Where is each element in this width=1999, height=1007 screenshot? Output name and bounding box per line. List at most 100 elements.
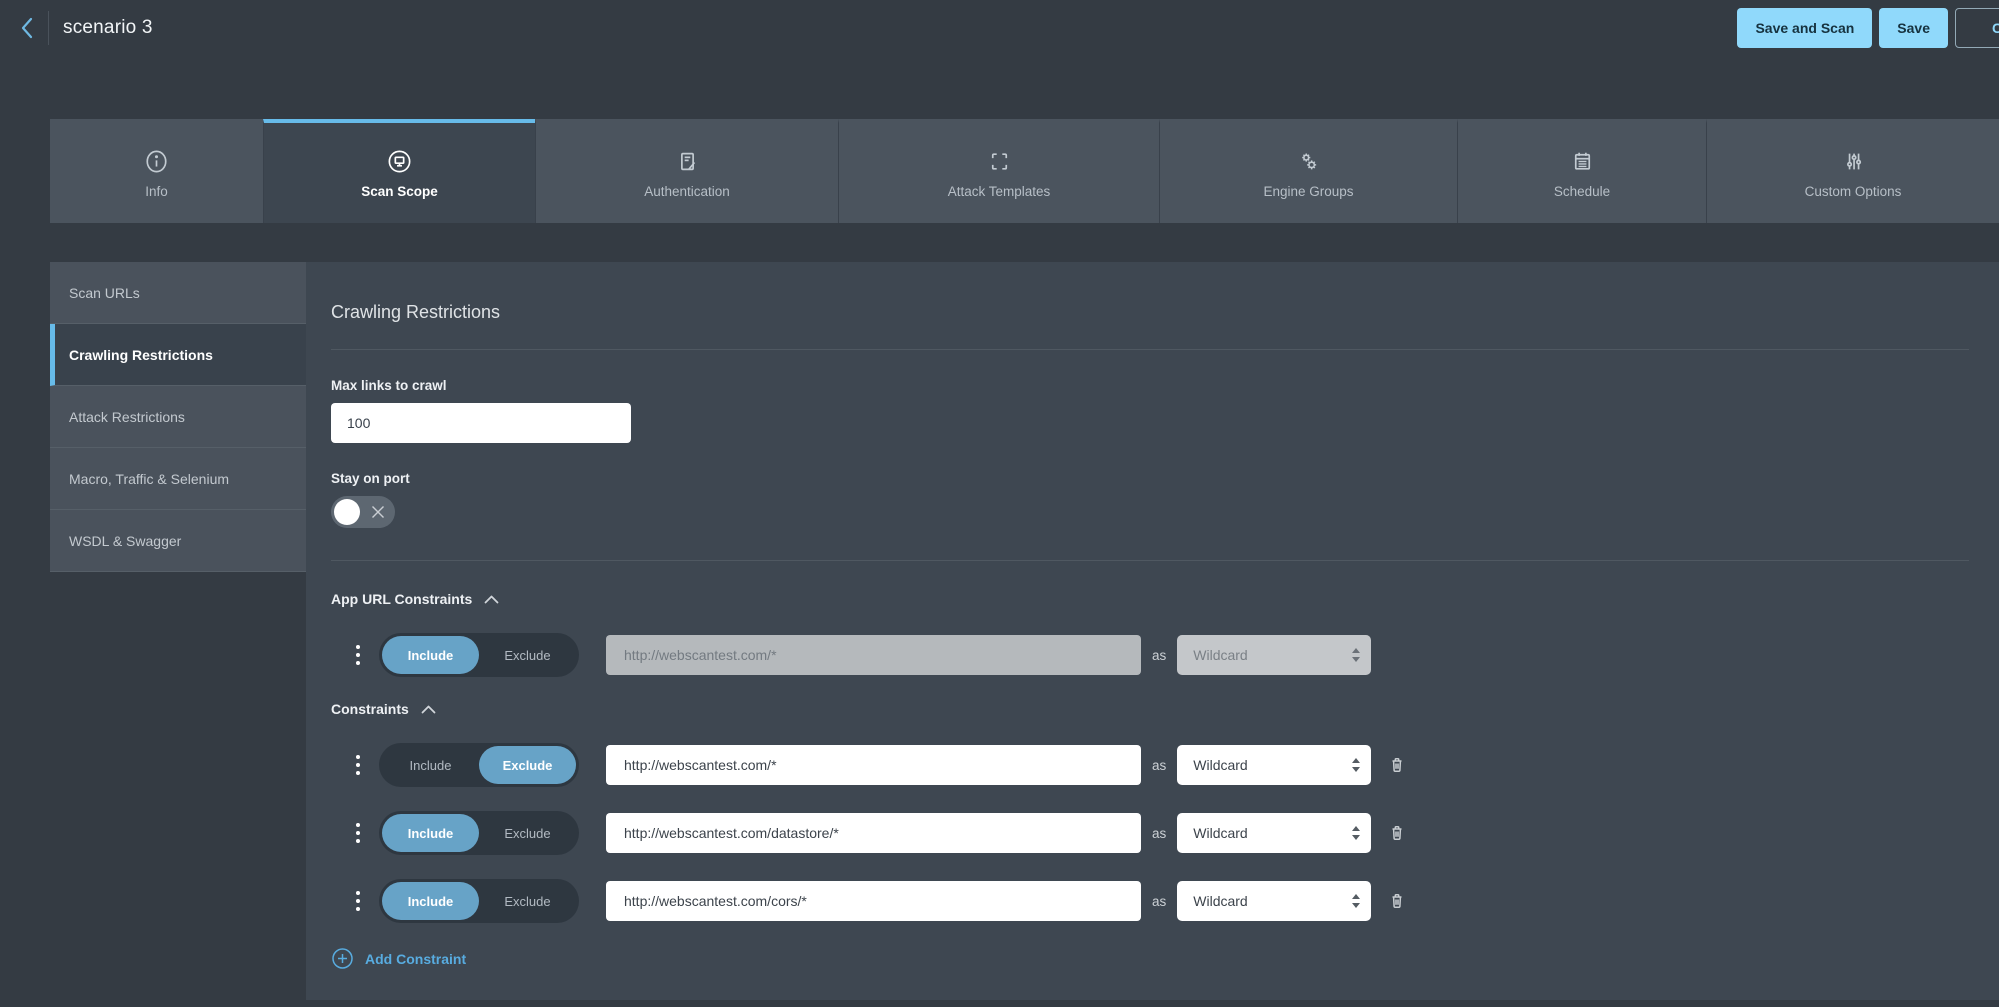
info-icon bbox=[143, 148, 170, 175]
as-label: as bbox=[1152, 758, 1166, 773]
cancel-button[interactable]: Cancel bbox=[1955, 8, 1999, 48]
workspace: Scan URLs Crawling Restrictions Attack R… bbox=[50, 262, 1999, 965]
tab-schedule[interactable]: Schedule bbox=[1457, 119, 1706, 223]
divider bbox=[331, 349, 1969, 350]
include-option[interactable]: Include bbox=[382, 746, 479, 784]
delete-constraint-button[interactable] bbox=[1385, 821, 1409, 845]
delete-constraint-button[interactable] bbox=[1385, 753, 1409, 777]
max-links-label: Max links to crawl bbox=[331, 378, 1969, 393]
kebab-menu-icon[interactable] bbox=[351, 891, 365, 911]
divider bbox=[331, 560, 1969, 561]
tab-label: Attack Templates bbox=[948, 184, 1051, 199]
app-url-constraints-rows: Include Exclude as Wildcard bbox=[331, 633, 1969, 677]
sidebar-item-wsdl-swagger[interactable]: WSDL & Swagger bbox=[50, 510, 306, 572]
sidebar-item-attack-restrictions[interactable]: Attack Restrictions bbox=[50, 386, 306, 448]
back-chevron-icon bbox=[17, 15, 37, 41]
select-value: Wildcard bbox=[1193, 825, 1351, 841]
back-button[interactable] bbox=[14, 13, 40, 43]
sidebar-item-scan-urls[interactable]: Scan URLs bbox=[50, 262, 306, 324]
tab-attack-templates[interactable]: Attack Templates bbox=[838, 119, 1159, 223]
trash-icon bbox=[1385, 821, 1409, 845]
tab-authentication[interactable]: Authentication bbox=[535, 119, 838, 223]
circle-plus-icon bbox=[331, 947, 354, 970]
exclude-option[interactable]: Exclude bbox=[479, 882, 576, 920]
as-label: as bbox=[1152, 826, 1166, 841]
toggle-knob bbox=[334, 499, 360, 525]
constraints-header[interactable]: Constraints bbox=[331, 701, 1969, 717]
section-title: Constraints bbox=[331, 701, 409, 717]
tab-label: Schedule bbox=[1554, 184, 1610, 199]
stepper-icon bbox=[1351, 647, 1361, 663]
save-and-scan-button[interactable]: Save and Scan bbox=[1737, 8, 1872, 48]
exclude-option[interactable]: Exclude bbox=[479, 814, 576, 852]
sidebar-item-macro-traffic-selenium[interactable]: Macro, Traffic & Selenium bbox=[50, 448, 306, 510]
main-panel: Crawling Restrictions Max links to crawl… bbox=[306, 262, 1999, 1000]
engine-groups-icon bbox=[1295, 148, 1322, 175]
tab-custom-options[interactable]: Custom Options bbox=[1706, 119, 1999, 223]
header-divider bbox=[48, 11, 49, 45]
stay-on-port-toggle[interactable] bbox=[331, 496, 395, 528]
kebab-menu-icon[interactable] bbox=[351, 645, 365, 665]
stepper-icon bbox=[1351, 825, 1361, 841]
kebab-menu-icon[interactable] bbox=[351, 823, 365, 843]
toggle-x-icon bbox=[370, 504, 386, 520]
kebab-menu-icon[interactable] bbox=[351, 755, 365, 775]
constraint-row: Include Exclude as Wildcard bbox=[331, 811, 1969, 855]
chevron-up-icon bbox=[421, 705, 436, 714]
exclude-option[interactable]: Exclude bbox=[479, 636, 576, 674]
delete-constraint-button[interactable] bbox=[1385, 889, 1409, 913]
page-title: scenario 3 bbox=[63, 17, 153, 39]
select-value: Wildcard bbox=[1193, 893, 1351, 909]
save-button[interactable]: Save bbox=[1879, 8, 1948, 48]
section-title: App URL Constraints bbox=[331, 591, 472, 607]
include-option[interactable]: Include bbox=[382, 636, 479, 674]
tab-label: Info bbox=[145, 184, 168, 199]
tab-info[interactable]: Info bbox=[50, 119, 263, 223]
constraint-url-input[interactable] bbox=[606, 813, 1141, 853]
match-type-select: Wildcard bbox=[1177, 635, 1371, 675]
include-exclude-toggle: Include Exclude bbox=[379, 811, 579, 855]
sidebar-item-crawling-restrictions[interactable]: Crawling Restrictions bbox=[50, 324, 306, 386]
include-exclude-toggle: Include Exclude bbox=[379, 879, 579, 923]
custom-options-icon bbox=[1840, 148, 1867, 175]
tab-scan-scope[interactable]: Scan Scope bbox=[263, 119, 535, 223]
include-option[interactable]: Include bbox=[382, 814, 479, 852]
constraint-row: Include Exclude as Wildcard bbox=[331, 879, 1969, 923]
sidebar: Scan URLs Crawling Restrictions Attack R… bbox=[50, 262, 306, 572]
stay-on-port-label: Stay on port bbox=[331, 471, 1969, 486]
constraint-url-input[interactable] bbox=[606, 745, 1141, 785]
app-url-constraints-header[interactable]: App URL Constraints bbox=[331, 591, 1969, 607]
tab-label: Authentication bbox=[644, 184, 730, 199]
tab-engine-groups[interactable]: Engine Groups bbox=[1159, 119, 1457, 223]
tab-bar: Info Scan Scope Authentication Attack Te… bbox=[50, 119, 1999, 223]
match-type-select[interactable]: Wildcard bbox=[1177, 881, 1371, 921]
as-label: as bbox=[1152, 894, 1166, 909]
select-value: Wildcard bbox=[1193, 647, 1351, 663]
exclude-option[interactable]: Exclude bbox=[479, 746, 576, 784]
constraint-url-input bbox=[606, 635, 1141, 675]
trash-icon bbox=[1385, 889, 1409, 913]
trash-icon bbox=[1385, 753, 1409, 777]
header-buttons: Save and Scan Save Cancel bbox=[1737, 8, 1999, 48]
add-constraint-button[interactable]: Add Constraint bbox=[331, 947, 466, 970]
header: scenario 3 Save and Scan Save Cancel bbox=[0, 0, 1999, 56]
as-label: as bbox=[1152, 648, 1166, 663]
tab-label: Custom Options bbox=[1805, 184, 1902, 199]
stepper-icon bbox=[1351, 893, 1361, 909]
tab-label: Scan Scope bbox=[361, 184, 438, 199]
constraints-rows: Include Exclude as Wildcard bbox=[331, 743, 1969, 970]
scan-scope-icon bbox=[386, 148, 413, 175]
include-option[interactable]: Include bbox=[382, 882, 479, 920]
stepper-icon bbox=[1351, 757, 1361, 773]
add-constraint-label: Add Constraint bbox=[365, 951, 466, 967]
select-value: Wildcard bbox=[1193, 757, 1351, 773]
match-type-select[interactable]: Wildcard bbox=[1177, 813, 1371, 853]
app-url-constraint-row: Include Exclude as Wildcard bbox=[331, 633, 1969, 677]
max-links-input[interactable] bbox=[331, 403, 631, 443]
panel-heading: Crawling Restrictions bbox=[331, 302, 1969, 323]
attack-templates-icon bbox=[986, 148, 1013, 175]
constraint-url-input[interactable] bbox=[606, 881, 1141, 921]
constraint-row: Include Exclude as Wildcard bbox=[331, 743, 1969, 787]
chevron-up-icon bbox=[484, 595, 499, 604]
match-type-select[interactable]: Wildcard bbox=[1177, 745, 1371, 785]
